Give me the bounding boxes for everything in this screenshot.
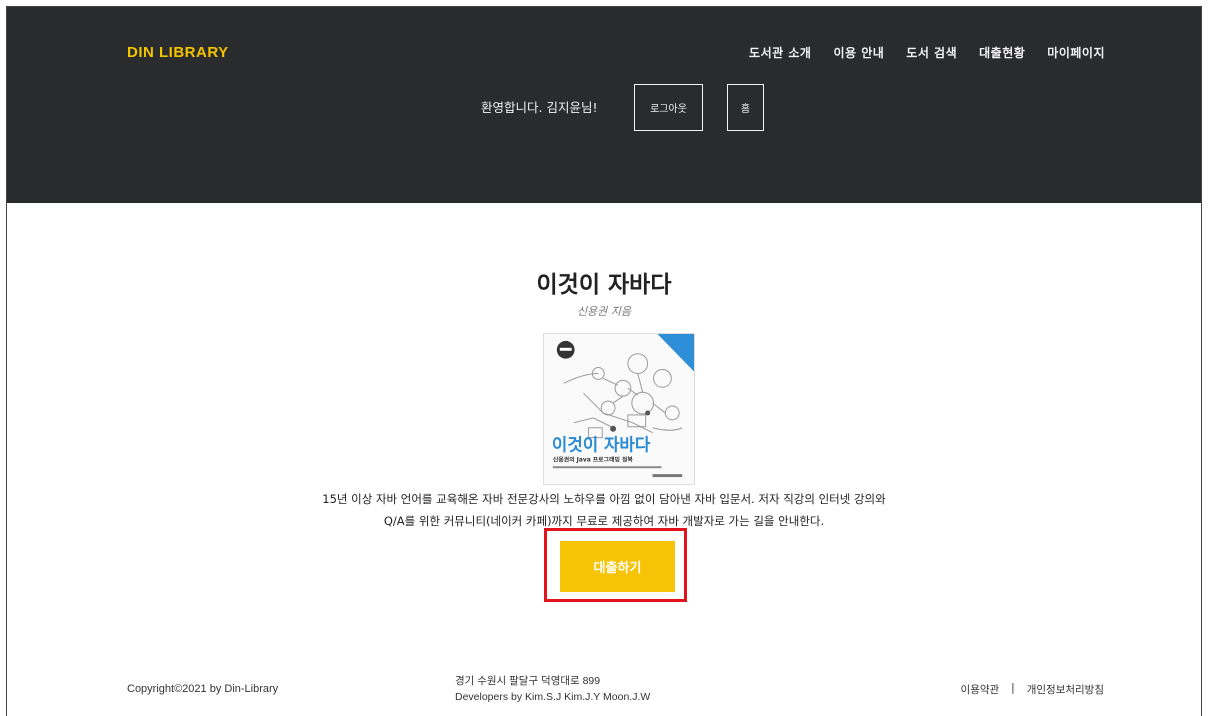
footer-address-block: 경기 수원시 팔달구 덕영대로 899 Developers by Kim.S.… <box>455 673 650 705</box>
nav-item-search[interactable]: 도서 검색 <box>906 44 957 61</box>
cover-title-text: 이것이 자바다 <box>552 434 651 454</box>
book-description: 15년 이상 자바 언어를 교육해온 자바 전문강사의 노하우를 아낌 없이 담… <box>7 488 1201 532</box>
footer-address: 경기 수원시 팔달구 덕영대로 899 <box>455 675 601 687</box>
footer-copyright: Copyright©2021 by Din-Library <box>127 683 279 695</box>
footer-terms-link[interactable]: 이용약관 <box>961 682 1000 697</box>
book-author: 신용권 지음 <box>576 305 632 318</box>
footer-links: 이용약관 | 개인정보처리방침 <box>961 682 1104 697</box>
footer-developers: Developers by Kim.S.J Kim.J.Y Moon.J.W <box>455 691 651 703</box>
site-header: DIN LIBRARY 도서관 소개 이용 안내 도서 검색 대출현황 마이페이… <box>7 7 1201 203</box>
main-nav: 도서관 소개 이용 안내 도서 검색 대출현황 마이페이지 <box>749 44 1105 61</box>
cover-subtitle-text: 신용권의 Java 프로그래밍 정복 <box>553 455 634 463</box>
welcome-message: 환영합니다. 김지윤님! <box>481 100 598 115</box>
nav-item-mypage[interactable]: 마이페이지 <box>1047 44 1105 61</box>
nav-item-guide[interactable]: 이용 안내 <box>833 44 884 61</box>
book-description-line-1: 15년 이상 자바 언어를 교육해온 자바 전문강사의 노하우를 아낌 없이 담… <box>322 492 886 506</box>
home-button[interactable]: 홈 <box>727 84 764 131</box>
footer-separator: | <box>1011 682 1015 694</box>
site-logo[interactable]: DIN LIBRARY <box>127 44 229 61</box>
footer-privacy-link[interactable]: 개인정보처리방침 <box>1027 682 1104 697</box>
logout-button[interactable]: 로그아웃 <box>634 84 703 131</box>
nav-item-loan-status[interactable]: 대출현황 <box>979 44 1025 61</box>
book-cover-image: 이것이 자바다 신용권의 Java 프로그래밍 정복 <box>543 333 695 485</box>
nav-item-about[interactable]: 도서관 소개 <box>749 44 811 61</box>
book-title: 이것이 자바다 <box>536 272 672 298</box>
book-detail: 이것이 자바다 신용권 지음 이것이 자바다 신용권의 Java 프로그래밍 정… <box>7 203 1201 716</box>
loan-button[interactable]: 대출하기 <box>560 541 675 592</box>
